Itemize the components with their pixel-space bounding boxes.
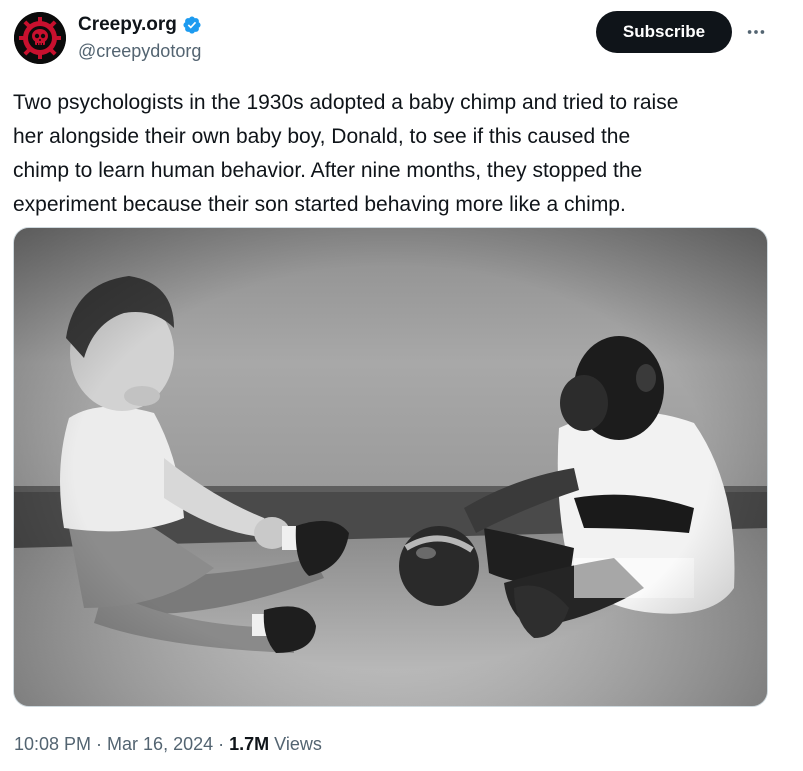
tweet-date[interactable]: Mar 16, 2024: [107, 731, 213, 757]
tweet-time[interactable]: 10:08 PM: [14, 731, 91, 757]
views-label: Views: [274, 734, 322, 754]
verified-badge-icon[interactable]: [182, 15, 202, 35]
author-name-row[interactable]: Creepy.org: [78, 13, 202, 37]
tweet-text: Two psychologists in the 1930s adopted a…: [13, 91, 679, 216]
more-options-icon[interactable]: [742, 18, 770, 46]
skull-logo-icon: [14, 12, 66, 64]
subscribe-button[interactable]: Subscribe: [596, 11, 732, 53]
meta-separator: ·: [218, 734, 225, 754]
author-handle[interactable]: @creepydotorg: [78, 39, 201, 63]
views-count: 1.7M: [229, 734, 270, 754]
tweet-media-image[interactable]: [13, 227, 768, 707]
avatar[interactable]: [14, 12, 66, 64]
meta-separator: ·: [96, 734, 103, 754]
tweet-meta: 10:08 PM · Mar 16, 2024 · 1.7M Views: [14, 731, 322, 757]
author-display-name[interactable]: Creepy.org: [78, 13, 177, 37]
baby-and-chimp-photo: [14, 228, 767, 706]
